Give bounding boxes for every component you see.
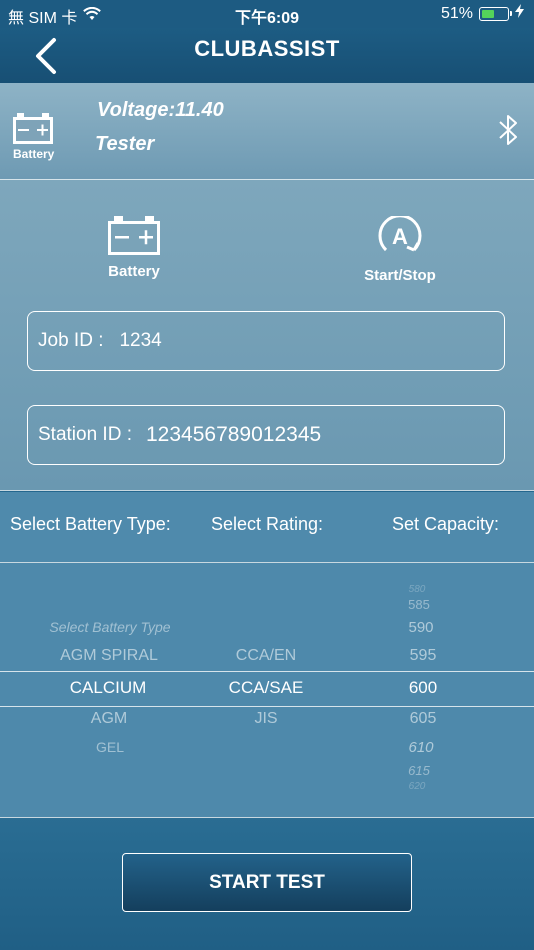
picker-selection-top-line xyxy=(0,671,534,672)
battery-mode-label: Battery xyxy=(108,263,160,280)
battery-icon-label: Battery xyxy=(13,147,55,161)
battery-type-option[interactable]: GEL xyxy=(96,739,124,755)
capacity-option[interactable]: 580 xyxy=(409,584,426,595)
battery-percent: 51% xyxy=(440,4,473,22)
battery-type-option[interactable]: AGM SPIRAL xyxy=(60,647,158,665)
battery-type-header: Select Battery Type: xyxy=(10,514,171,534)
capacity-option[interactable]: 585 xyxy=(408,597,430,612)
selection-picker[interactable]: Select Battery Type AGM SPIRAL CALCIUM A… xyxy=(0,563,534,818)
battery-mode-button[interactable]: Battery xyxy=(104,216,164,280)
station-id-field[interactable]: Station ID : 123456789012345 xyxy=(27,405,505,465)
action-area: START TEST xyxy=(0,818,534,950)
clubassist-logo: CLUBASSIST xyxy=(194,36,340,61)
battery-type-option[interactable]: Select Battery Type xyxy=(49,619,170,635)
device-type: Tester xyxy=(95,133,155,155)
status-bar: 無 SIM 卡 下午6:09 51% xyxy=(0,0,534,28)
auto-start-stop-icon: A xyxy=(378,214,422,252)
rating-option[interactable]: JIS xyxy=(254,710,277,728)
capacity-option[interactable]: 595 xyxy=(410,647,437,665)
rating-option[interactable]: CCA/EN xyxy=(236,647,296,665)
status-right: 51% xyxy=(441,4,524,23)
capacity-header: Set Capacity: xyxy=(392,514,500,534)
job-id-input[interactable]: 1234 xyxy=(119,330,161,352)
capacity-option[interactable]: 620 xyxy=(409,781,426,792)
battery-type-option-selected[interactable]: CALCIUM xyxy=(70,678,147,698)
bluetooth-icon[interactable] xyxy=(498,113,520,152)
battery-icon xyxy=(12,113,54,150)
picker-headers: Select Battery Type: Select Rating: Set … xyxy=(0,492,534,563)
station-id-label: Station ID : xyxy=(38,424,132,445)
job-id-field[interactable]: Job ID : 1234 xyxy=(27,311,505,371)
capacity-option[interactable]: 610 xyxy=(408,739,433,756)
battery-type-option[interactable]: AGM xyxy=(91,710,127,728)
capacity-option[interactable]: 590 xyxy=(408,619,433,636)
start-stop-mode-label: Start/Stop xyxy=(364,267,436,284)
navbar: CLUBASSIST xyxy=(0,28,534,83)
start-stop-mode-button[interactable]: A Start/Stop xyxy=(356,214,444,284)
svg-text:A: A xyxy=(392,224,408,249)
test-setup-panel: Battery A Start/Stop Job ID : 1234 Stati… xyxy=(0,180,534,491)
voltage-readout: Voltage:11.40 xyxy=(97,99,224,121)
rating-option-selected[interactable]: CCA/SAE xyxy=(229,678,304,698)
battery-icon xyxy=(108,216,160,255)
rating-header: Select Rating: xyxy=(211,514,324,534)
start-test-button[interactable]: START TEST xyxy=(122,853,412,912)
picker-selection-bottom-line xyxy=(0,706,534,707)
device-status-bar: Battery Voltage:11.40 Tester xyxy=(0,83,534,180)
capacity-option-selected[interactable]: 600 xyxy=(409,678,437,698)
station-id-input[interactable]: 123456789012345 xyxy=(146,423,321,447)
battery-level-fill xyxy=(482,9,494,18)
capacity-option[interactable]: 615 xyxy=(408,763,430,778)
job-id-label: Job ID : xyxy=(38,330,104,351)
battery-level-icon xyxy=(479,6,512,21)
capacity-option[interactable]: 605 xyxy=(410,710,437,728)
bolt-icon xyxy=(515,4,524,23)
